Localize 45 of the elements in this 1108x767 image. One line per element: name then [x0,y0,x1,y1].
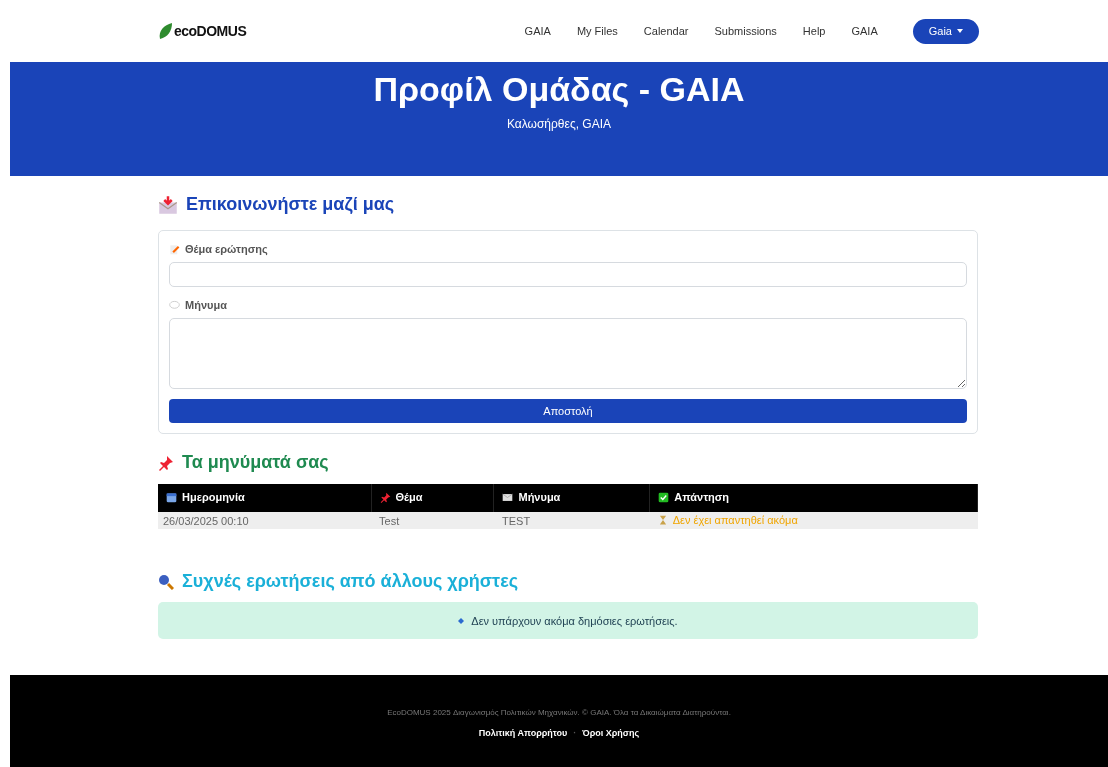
section-heading: Επικοινωνήστε μαζί μας [186,194,395,215]
copyright-text: EcoDOMUS 2025 Διαγωνισμός Πολιτικών Μηχανικών. © GAIA. Όλα τα Δικαιώματα Διατηρούνται. [387,708,731,717]
answer-status: Δεν έχει απαντηθεί ακόμα [657,512,798,528]
pushpin-icon [379,491,391,503]
separator: · [573,728,577,738]
table-cell: 26/03/2025 00:10 [158,512,372,529]
column-header-text: Θέμα [395,491,423,504]
welcome-text: Καλωσήρθες, GAIA [506,117,611,131]
envelope-icon [502,491,514,503]
nav-link[interactable]: My Files [563,25,631,37]
field-label: Θέμα ερώτησης [185,243,268,255]
memo-icon [169,243,180,255]
alert-text: Δεν υπάρχουν ακόμα δημόσιες ερωτήσεις. [471,614,678,627]
checkbox-icon [658,491,670,503]
caret-icon [957,29,963,33]
column-header-text: Ημερομηνία [182,491,245,504]
hourglass-icon [657,515,668,525]
message-textarea[interactable] [169,318,967,389]
speech-bubble-icon [169,299,180,311]
nav-link[interactable]: Help [789,25,839,37]
calendar-icon [166,491,177,503]
field-label: Μήνυμα [185,299,227,311]
table-cell: TEST [494,512,650,529]
logo-text: ecoDOMUS [174,23,247,39]
submit-button[interactable]: Αποστολή [169,399,967,423]
nav-link[interactable]: GAIA [511,25,564,37]
nav-link[interactable]: Submissions [701,25,790,37]
column-header-text: Απάντηση [674,491,729,504]
user-menu-button[interactable]: Gaia [912,18,979,44]
page-title: Προφίλ Ομάδας - GAIA [373,70,745,109]
nav-link[interactable]: GAIA [838,25,891,37]
pushpin-icon [158,454,174,471]
leaf-icon [158,21,174,41]
magnifier-icon [158,573,174,590]
column-header-text: Μήνυμα [518,491,561,504]
footer-link[interactable]: Όροι Χρήσης [582,728,640,738]
section-heading: Συχνές ερωτήσεις από άλλους χρήστες [182,571,519,592]
footer-link[interactable]: Πολιτική Απορρήτου [478,728,568,738]
diamond-icon [458,617,465,624]
subject-input[interactable] [169,262,967,287]
section-heading: Τα μηνύματά σας [182,452,329,473]
table-cell: Test [371,512,494,529]
logo[interactable]: ecoDOMUS [158,21,247,41]
nav-link[interactable]: Calendar [630,25,702,37]
envelope-icon [158,194,178,215]
